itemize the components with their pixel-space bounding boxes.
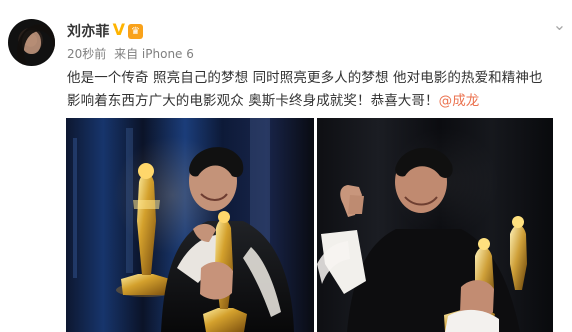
post-text-line-2-content: 影响着东西方广大的电影观众 奥斯卡终身成就奖！恭喜大哥！ [67, 93, 439, 109]
jackie-chan-oscar-photo-left[interactable] [66, 118, 314, 332]
post-source: 来自 iPhone 6 [114, 47, 194, 61]
chevron-down-icon[interactable]: ⌄ [552, 17, 567, 33]
avatar[interactable] [8, 19, 55, 66]
mention-link[interactable]: @成龙 [439, 93, 480, 109]
weibo-post: 刘亦菲 V ♛ 20秒前 来自 iPhone 6 ⌄ 他是一个传奇 照亮自己的梦… [0, 0, 572, 332]
jackie-chan-oscar-photo-right[interactable] [317, 118, 553, 332]
post-text-line-1: 他是一个传奇 照亮自己的梦想 同时照亮更多人的梦想 他对电影的热爱和精神也 [67, 70, 543, 86]
post-time[interactable]: 20秒前 [67, 47, 106, 61]
post-text-line-2: 影响着东西方广大的电影观众 奥斯卡终身成就奖！恭喜大哥！@成龙 [67, 90, 535, 113]
username[interactable]: 刘亦菲 [67, 21, 110, 41]
vip-crown-icon: ♛ [128, 23, 143, 39]
post-text: 他是一个传奇 照亮自己的梦想 同时照亮更多人的梦想 他对电影的热爱和精神也 影响… [67, 67, 543, 113]
post-meta: 20秒前 来自 iPhone 6 [67, 45, 194, 62]
post-header: 刘亦菲 V ♛ [67, 19, 143, 43]
verified-v-icon: V [112, 20, 125, 39]
